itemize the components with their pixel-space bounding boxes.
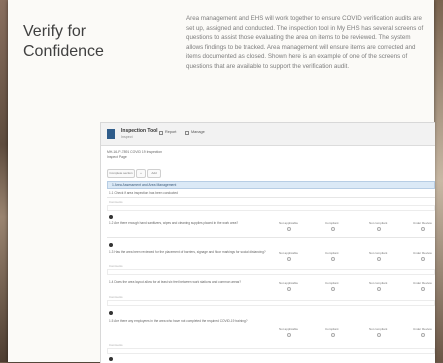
col-under-review: Under Review: [413, 221, 432, 225]
question-text: 1.2 Are there enough hand sanitizers, wi…: [109, 221, 239, 225]
comment-label: Comments: [109, 343, 123, 347]
col-compliant: Compliant: [325, 327, 339, 331]
menu-report[interactable]: Report: [165, 130, 176, 134]
col-under-review: Under Review: [413, 281, 432, 285]
slide-title-line1: Verify for: [23, 23, 87, 40]
col-under-review: Under Review: [413, 251, 432, 255]
radio-not-compliant[interactable]: [377, 257, 381, 261]
radio-compliant[interactable]: [331, 257, 335, 261]
tool-title: Inspection Tool: [121, 128, 158, 134]
plus-button[interactable]: +: [136, 169, 146, 178]
col-not-compliant: Not compliant: [369, 327, 388, 331]
app-logo-icon: [107, 129, 115, 139]
report-icon: [159, 131, 163, 135]
section-subtitle: 1.1 Check if area inspection has been co…: [109, 191, 178, 195]
inspection-header: MH-16-P-7891 COVID 19 Inspection: [107, 150, 163, 154]
tool-subtitle: Inspect: [121, 135, 133, 139]
question-bullet: [109, 357, 113, 361]
slide-description: Area management and EHS will work togeth…: [186, 15, 424, 70]
comment-label: Comments: [109, 200, 123, 204]
slide: Verify for Confidence Area management an…: [8, 0, 435, 363]
radio-compliant[interactable]: [331, 333, 335, 337]
comment-field[interactable]: [107, 205, 435, 211]
divider: [107, 237, 435, 238]
radio-not-applicable[interactable]: [287, 287, 291, 291]
manage-icon: [185, 131, 189, 135]
question-bullet: [109, 243, 113, 247]
inspection-screenshot: Inspection Tool Inspect Report Manage MH…: [100, 122, 435, 363]
complete-section-button[interactable]: Complete section: [107, 169, 135, 178]
add-button[interactable]: Add: [147, 169, 161, 178]
col-not-applicable: Not applicable: [279, 221, 299, 225]
radio-not-compliant[interactable]: [377, 287, 381, 291]
radio-under-review[interactable]: [421, 257, 425, 261]
comment-label: Comments: [109, 295, 123, 299]
comment-field[interactable]: [107, 269, 435, 275]
question-bullet: [109, 215, 113, 219]
slide-title: Verify for Confidence: [23, 22, 153, 62]
comment-label: Comments: [109, 264, 123, 268]
col-under-review: Under Review: [413, 327, 432, 331]
radio-compliant[interactable]: [331, 287, 335, 291]
radio-under-review[interactable]: [421, 333, 425, 337]
radio-not-compliant[interactable]: [377, 227, 381, 231]
col-not-applicable: Not applicable: [279, 281, 299, 285]
radio-not-applicable[interactable]: [287, 257, 291, 261]
section-header[interactable]: 1 Area Assessment and Area Management: [107, 181, 435, 189]
slide-title-line2: Confidence: [23, 43, 104, 60]
col-not-applicable: Not applicable: [279, 251, 299, 255]
col-not-compliant: Not compliant: [369, 281, 388, 285]
question-text: 1.3 Has the area been reviewed for the p…: [109, 250, 266, 254]
radio-under-review[interactable]: [421, 227, 425, 231]
radio-not-applicable[interactable]: [287, 227, 291, 231]
tool-topbar: Inspection Tool Inspect Report Manage: [101, 123, 435, 146]
col-not-compliant: Not compliant: [369, 221, 388, 225]
radio-not-compliant[interactable]: [377, 333, 381, 337]
radio-under-review[interactable]: [421, 287, 425, 291]
question-text: 1.5 Are there any employees in the area …: [109, 319, 248, 323]
inspection-subheader: Inspect Page: [107, 155, 127, 159]
radio-not-applicable[interactable]: [287, 333, 291, 337]
section-title: 1 Area Assessment and Area Management: [112, 183, 177, 187]
comment-field[interactable]: [107, 348, 435, 354]
col-not-applicable: Not applicable: [279, 327, 299, 331]
col-not-compliant: Not compliant: [369, 251, 388, 255]
question-text: 1.4 Does the area layout allow for at le…: [109, 280, 241, 284]
radio-compliant[interactable]: [331, 227, 335, 231]
divider: [107, 197, 435, 198]
col-compliant: Compliant: [325, 221, 339, 225]
menu-manage[interactable]: Manage: [191, 130, 205, 134]
question-bullet: [109, 311, 113, 315]
col-compliant: Compliant: [325, 281, 339, 285]
comment-field[interactable]: [107, 300, 435, 306]
col-compliant: Compliant: [325, 251, 339, 255]
